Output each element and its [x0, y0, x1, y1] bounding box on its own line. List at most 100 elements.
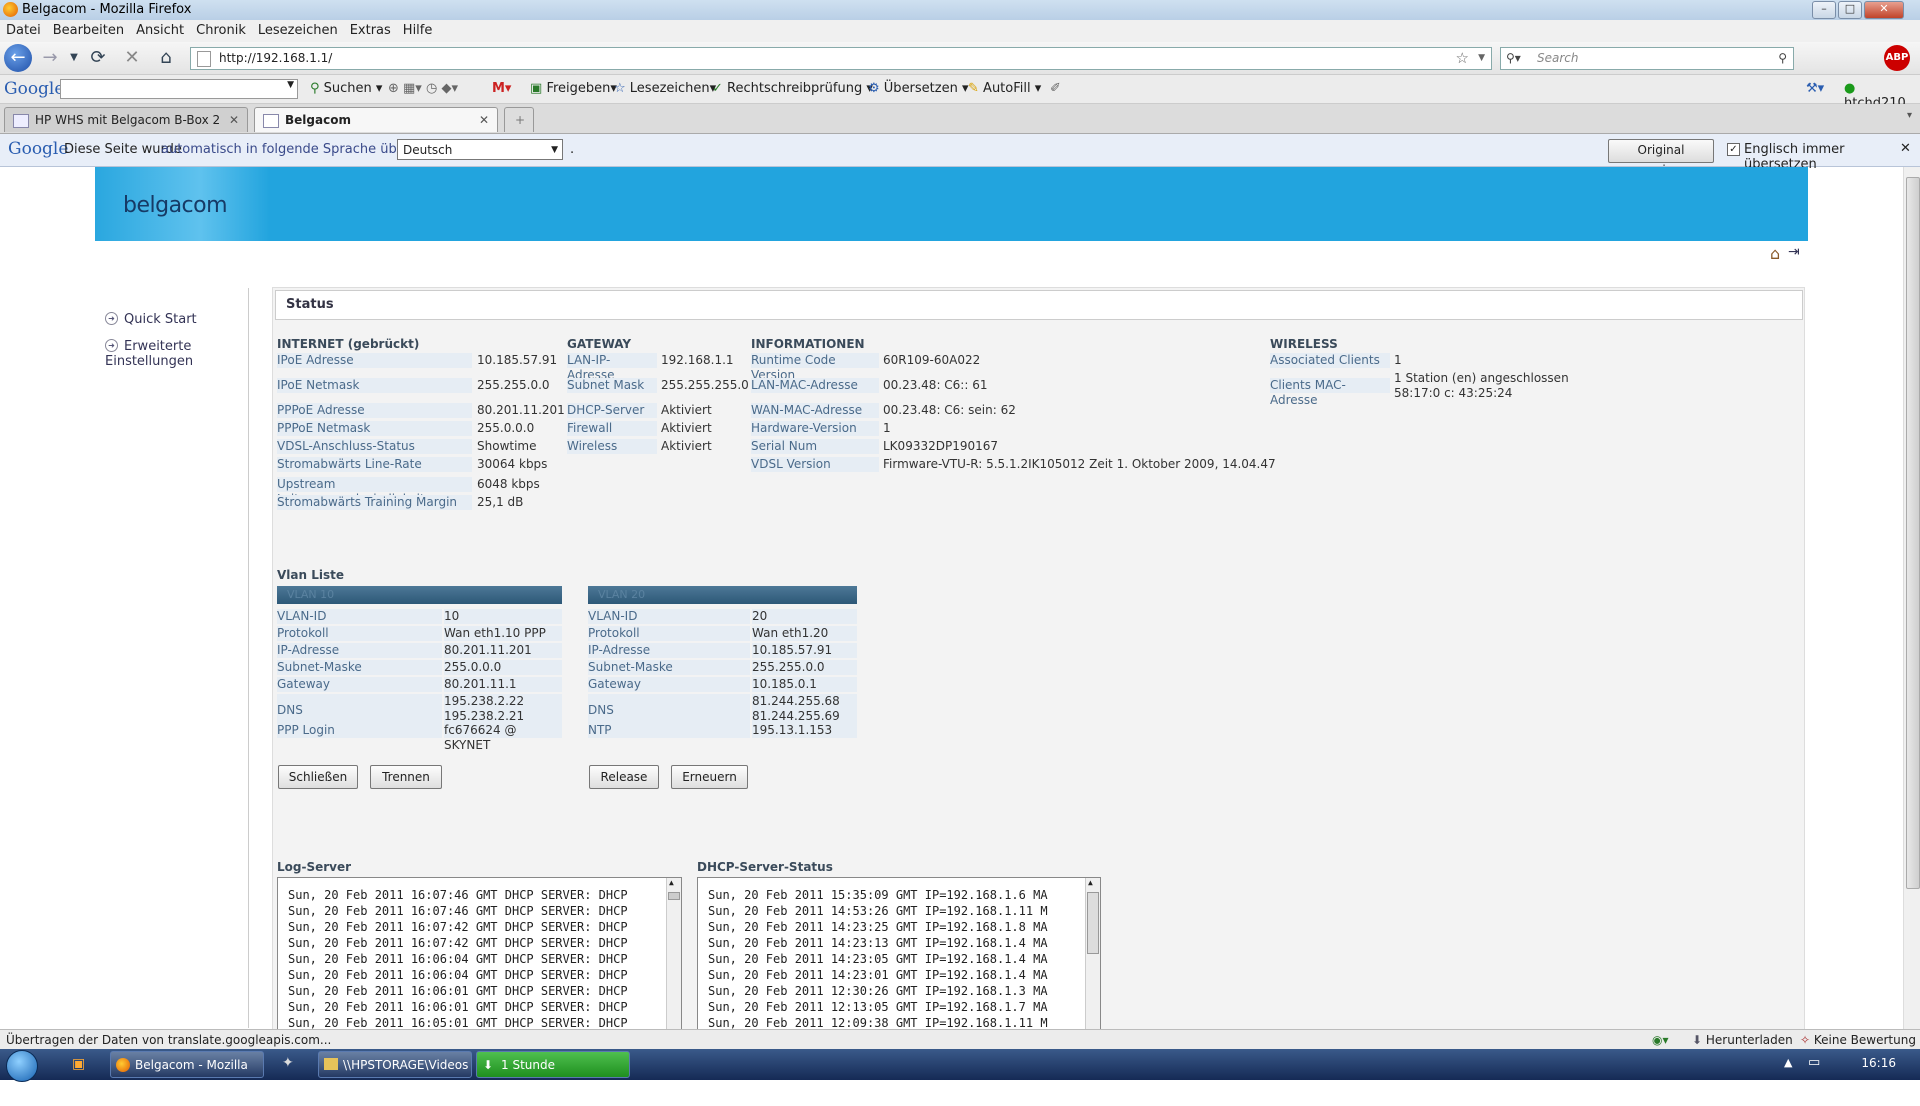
tab-favicon-icon	[263, 114, 279, 128]
release-button[interactable]: Release	[589, 765, 659, 789]
toolbar-rechtschreibpruefung[interactable]: ✓ Rechtschreibprüfung ▾	[712, 81, 873, 96]
belgacom-banner: belgacom	[95, 167, 1808, 241]
history-dropdown-icon[interactable]: ▼	[62, 46, 86, 70]
toolbar-suchen[interactable]: ⚲ Suchen ▾	[310, 81, 382, 96]
close-translate-icon[interactable]: ✕	[1900, 141, 1911, 156]
sidebar-item-advanced[interactable]: ➜ Erweiterte Einstellungen	[105, 339, 245, 369]
taskbar-download-progress[interactable]: ⬇ 1 Stunde verbleibend	[476, 1051, 630, 1099]
firefox-icon	[3, 2, 18, 17]
always-translate-checkbox[interactable]: ✓	[1727, 143, 1740, 156]
logout-icon[interactable]: ⇥	[1788, 244, 1800, 260]
tab-close-icon[interactable]: ✕	[479, 108, 489, 132]
menu-extras[interactable]: Extras	[344, 20, 397, 41]
vlan1-value: 80.201.11.1	[444, 677, 562, 692]
show-original-button[interactable]: Original anzeigen	[1608, 139, 1714, 177]
url-bar[interactable]: http://192.168.1.1/ ☆ ▼	[190, 47, 1492, 70]
tab-close-icon[interactable]: ✕	[229, 108, 239, 132]
info-value: 00.23.48: C6: sein: 62	[883, 403, 1016, 417]
download-button[interactable]: ⬇ Herunterladen	[1692, 1030, 1793, 1050]
status-dot-icon: ●	[1844, 81, 1856, 96]
tab-list-dropdown-icon[interactable]: ▾	[1907, 110, 1912, 121]
home-icon[interactable]: ⌂	[154, 46, 178, 70]
forward-button[interactable]: →	[38, 46, 62, 70]
reload-icon[interactable]: ⟳	[86, 46, 110, 70]
log-scrollbar[interactable]: ▲	[666, 878, 681, 1038]
info-title: INFORMATIONEN	[751, 337, 865, 351]
home-icon[interactable]: ⌂	[1770, 244, 1780, 263]
search-input[interactable]: ⚲▾ Search ⚲	[1500, 47, 1794, 70]
pencil-icon[interactable]: ✐	[1050, 81, 1061, 96]
maximize-button[interactable]: □	[1838, 1, 1862, 19]
taskbar-explorer[interactable]: \\HPSTORAGE\Videos	[318, 1051, 472, 1078]
menu-chronik[interactable]: Chronik	[190, 20, 252, 41]
gateway-value: 192.168.1.1	[661, 353, 734, 367]
toolbar-extra-icons[interactable]: ⊕ ▦▾ ◷ ◆▾	[388, 81, 458, 96]
google-search-input[interactable]: ▼	[60, 79, 298, 99]
internet-label: Stromabwärts Line-Rate	[277, 457, 472, 472]
menu-hilfe[interactable]: Hilfe	[397, 20, 439, 41]
vlan1-header: VLAN 10	[277, 586, 562, 604]
renew-button[interactable]: Erneuern	[671, 765, 748, 789]
new-tab-button[interactable]: +	[504, 107, 534, 132]
url-text: http://192.168.1.1/	[219, 51, 333, 65]
network-icon[interactable]: ▭	[1808, 1055, 1820, 1070]
log-server-textarea[interactable]: Sun, 20 Feb 2011 16:07:46 GMT DHCP SERVE…	[277, 877, 682, 1039]
dhcp-scrollbar[interactable]: ▲	[1085, 878, 1100, 1038]
start-button[interactable]	[6, 1050, 38, 1082]
language-select[interactable]: Deutsch ▼	[397, 139, 563, 160]
disconnect-button[interactable]: Trennen	[370, 765, 442, 789]
toolbar-lesezeichen[interactable]: ☆ Lesezeichen▾	[614, 81, 716, 96]
chevron-down-icon[interactable]: ▼	[287, 80, 294, 90]
menu-lesezeichen[interactable]: Lesezeichen	[252, 20, 344, 41]
internet-value: 30064 kbps	[477, 457, 548, 471]
close-window-button[interactable]: ✕	[1864, 1, 1904, 19]
search-icon[interactable]: ⚲	[1778, 48, 1787, 69]
bookmark-star-icon[interactable]: ☆	[1456, 48, 1469, 69]
tray-arrow-icon[interactable]: ▲	[1784, 1056, 1792, 1069]
tab-hp-whs[interactable]: HP WHS mit Belgacom B-Box 2 Fra... ✕	[4, 107, 248, 151]
internet-value: 255.255.0.0	[477, 378, 550, 392]
stop-icon[interactable]: ✕	[120, 46, 144, 70]
rating-button[interactable]: ✧ Keine Bewertung	[1800, 1030, 1916, 1050]
info-value: 1	[883, 421, 891, 435]
scrollbar-thumb[interactable]	[1906, 177, 1920, 889]
app-icon[interactable]: ✦	[282, 1055, 294, 1071]
log-line: Sun, 20 Feb 2011 16:06:04 GMT DHCP SERVE…	[288, 952, 628, 966]
vlan1-value: Wan eth1.10 PPP	[444, 626, 562, 641]
page-scrollbar[interactable]	[1903, 167, 1920, 1029]
toolbar-uebersetzen[interactable]: ⚙ Übersetzen ▾	[868, 81, 969, 96]
vlan1-value: 255.0.0.0	[444, 660, 562, 675]
close-vlan-button[interactable]: Schließen	[278, 765, 358, 789]
dhcp-line: Sun, 20 Feb 2011 12:30:26 GMT IP=192.168…	[708, 984, 1048, 998]
wireless-value: 1 Station (en) angeschlossen	[1394, 371, 1569, 385]
adblock-icon[interactable]: ABP	[1884, 45, 1910, 71]
wrench-icon[interactable]: ⚒▾	[1806, 81, 1824, 96]
vlan2-value: Wan eth1.20 VoIP	[752, 626, 857, 655]
download-icon: ⬇	[483, 1058, 494, 1072]
log-server-title: Log-Server	[277, 860, 352, 874]
menu-ansicht[interactable]: Ansicht	[130, 20, 190, 41]
url-dropdown-icon[interactable]: ▼	[1478, 48, 1485, 69]
media-player-icon[interactable]: ▣	[72, 1056, 85, 1072]
clock[interactable]: 16:16	[1861, 1056, 1896, 1070]
minimize-button[interactable]: –	[1812, 1, 1836, 19]
globe-icon[interactable]: ◉▾	[1652, 1030, 1669, 1050]
menu-bar: Datei Bearbeiten Ansicht Chronik Lesezeichen…	[0, 20, 1920, 42]
dhcp-line: Sun, 20 Feb 2011 14:23:01 GMT IP=192.168…	[708, 968, 1048, 982]
navigation-toolbar: ← → ▼ ⟳ ✕ ⌂ http://192.168.1.1/ ☆ ▼ ⚲▾ S…	[0, 42, 1920, 75]
dhcp-line: Sun, 20 Feb 2011 14:23:25 GMT IP=192.168…	[708, 920, 1048, 934]
toolbar-freigeben[interactable]: ▣ Freigeben▾	[530, 81, 617, 96]
dhcp-status-textarea[interactable]: Sun, 20 Feb 2011 15:35:09 GMT IP=192.168…	[697, 877, 1101, 1039]
search-engine-icon[interactable]: ⚲▾	[1506, 48, 1521, 69]
taskbar-firefox[interactable]: Belgacom - Mozilla F...	[110, 1051, 264, 1099]
menu-bearbeiten[interactable]: Bearbeiten	[47, 20, 130, 41]
back-button[interactable]: ←	[4, 44, 32, 72]
tab-belgacom[interactable]: Belgacom ✕	[254, 107, 498, 132]
gmail-icon[interactable]: M▾	[492, 81, 511, 96]
vlan1-label: IP-Adresse	[277, 643, 442, 658]
vlan1-label: Protokoll	[277, 626, 442, 641]
toolbar-autofill[interactable]: ✎ AutoFill ▾	[968, 81, 1041, 96]
gateway-title: GATEWAY	[567, 337, 632, 351]
menu-datei[interactable]: Datei	[0, 20, 47, 41]
sidebar-item-quick-start[interactable]: ➜ Quick Start	[105, 312, 197, 327]
